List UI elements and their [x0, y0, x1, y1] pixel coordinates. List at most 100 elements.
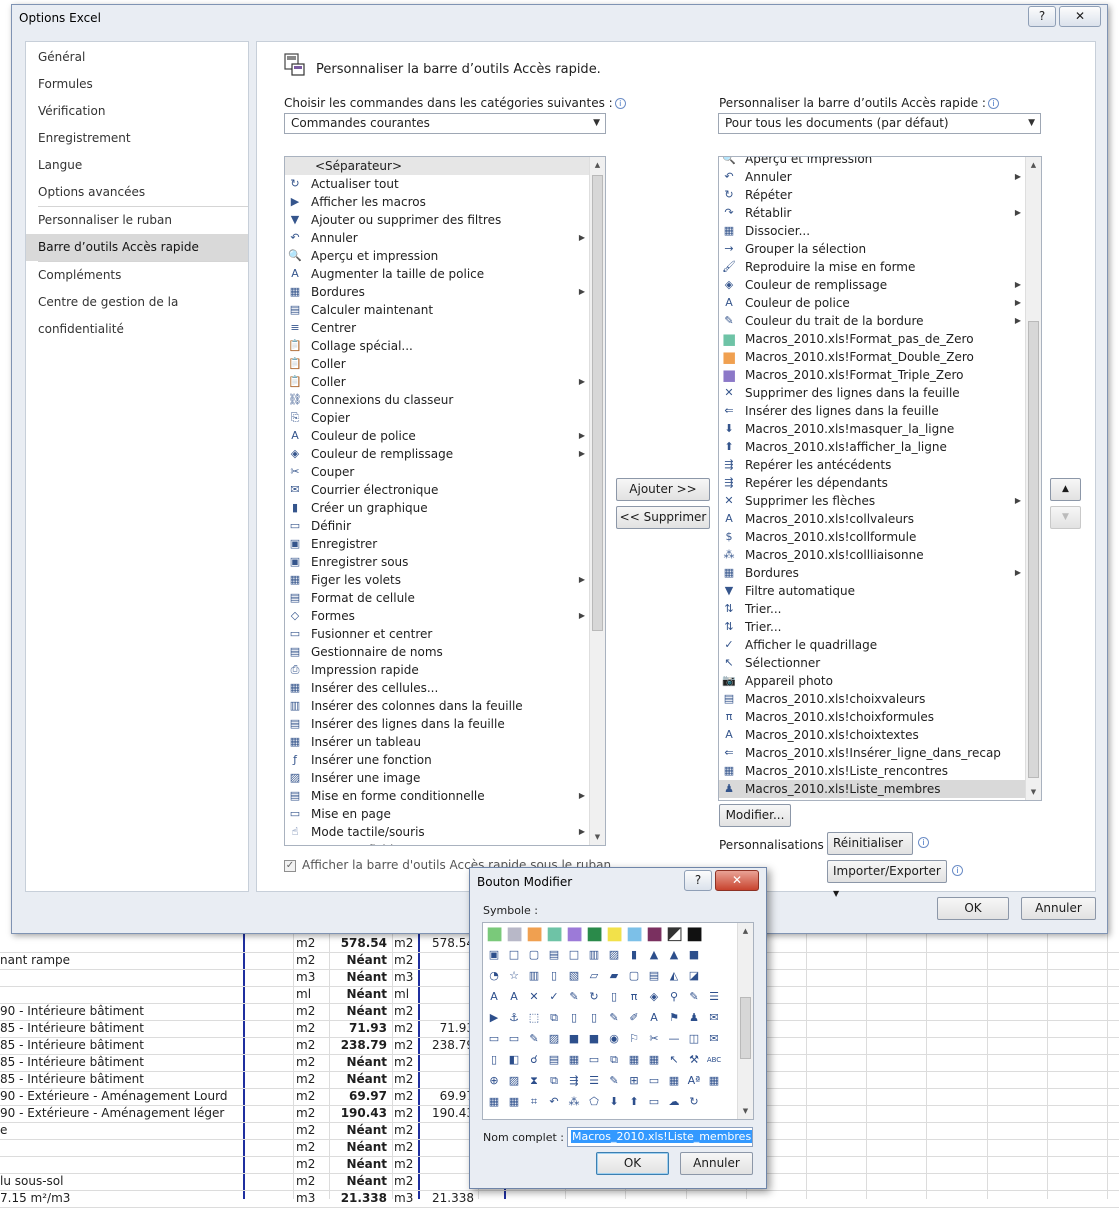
sheet-cell[interactable]: m2 — [296, 1037, 328, 1054]
sheet-cell[interactable]: 69.97 — [420, 1088, 474, 1105]
scroll-up-icon[interactable]: ▲ — [1026, 157, 1041, 173]
symbol-option[interactable]: ◧ — [506, 1052, 522, 1068]
symbol-option[interactable]: ♟ — [686, 1010, 702, 1026]
sheet-cell[interactable]: Néant — [332, 969, 387, 986]
symbol-option[interactable]: ▧ — [566, 968, 582, 984]
qat-commands-scrollbar[interactable]: ▲ ▼ — [1025, 157, 1041, 800]
symbol-option[interactable]: ▥ — [586, 947, 602, 963]
list-item[interactable]: $ Macros_2010.xls!collformule — [719, 528, 1025, 546]
list-item[interactable]: ▶ Afficher les macros — [285, 193, 589, 211]
symbol-option[interactable]: □ — [566, 947, 582, 963]
list-item[interactable]: 📋 Coller ▶ — [285, 373, 589, 391]
sheet-cell[interactable]: m2 — [394, 1173, 416, 1190]
sheet-cell[interactable] — [0, 1156, 240, 1173]
symbol-option[interactable]: ✉ — [706, 1010, 722, 1026]
sheet-cell[interactable]: 71.93 — [332, 1020, 387, 1037]
symbol-option[interactable]: ■ — [686, 925, 703, 943]
list-item[interactable]: ↷ Rétablir ▶ — [719, 204, 1025, 222]
list-item[interactable]: ▥ Insérer des colonnes dans la feuille — [285, 697, 589, 715]
symbol-option[interactable]: — — [666, 1031, 682, 1047]
list-item[interactable]: ▤ Mise en forme conditionnelle ▶ — [285, 787, 589, 805]
sheet-cell[interactable]: 90 - Extérieure - Aménagement léger — [0, 1105, 240, 1122]
list-item[interactable]: A Couleur de police ▶ — [719, 294, 1025, 312]
symbol-option[interactable]: ▣ — [486, 947, 502, 963]
move-up-button[interactable]: ▲ — [1050, 478, 1081, 501]
nav-item[interactable]: Enregistrement — [26, 125, 248, 152]
symbol-option[interactable]: ▢ — [526, 947, 542, 963]
sheet-cell[interactable]: m2 — [296, 952, 328, 969]
symbol-option[interactable]: ■ — [586, 925, 603, 943]
sheet-cell[interactable] — [420, 1054, 474, 1071]
sheet-cell[interactable]: 69.97 — [332, 1088, 387, 1105]
symbol-option[interactable]: ■ — [506, 925, 523, 943]
symbol-option[interactable]: ▯ — [566, 1010, 582, 1026]
list-item[interactable]: ⇶ Repérer les antécédents — [719, 456, 1025, 474]
list-item[interactable]: ▣ Enregistrer — [285, 535, 589, 553]
nav-item[interactable]: Centre de gestion de la confidentialité — [26, 289, 248, 336]
symbol-option[interactable]: ↻ — [586, 989, 602, 1005]
list-item[interactable]: ⇅ Trier... — [719, 618, 1025, 636]
symbol-option[interactable]: ■ — [586, 1031, 602, 1047]
symbol-option[interactable]: ⌗ — [526, 1094, 542, 1110]
nav-item[interactable]: Langue — [26, 152, 248, 179]
sheet-cell[interactable]: Néant — [332, 1071, 387, 1088]
list-item[interactable]: ≡ Centrer — [285, 319, 589, 337]
symbol-option[interactable]: ↻ — [686, 1094, 702, 1110]
sheet-cell[interactable] — [420, 1156, 474, 1173]
scroll-down-icon[interactable]: ▼ — [1026, 784, 1041, 800]
sheet-cell[interactable]: 578.54 — [332, 935, 387, 952]
symbol-option[interactable]: ▯ — [546, 968, 562, 984]
list-item[interactable]: ♟ Macros_2010.xls!Liste_membres — [719, 780, 1025, 798]
list-item[interactable]: 📋 Coller — [285, 355, 589, 373]
symbol-option[interactable]: ✎ — [606, 1010, 622, 1026]
sheet-cell[interactable]: 238.79 — [420, 1037, 474, 1054]
symbol-option[interactable]: ⬚ — [526, 1010, 542, 1026]
full-name-input[interactable]: Macros_2010.xls!Liste_membres — [567, 1127, 753, 1147]
scroll-down-icon[interactable]: ▼ — [738, 1103, 753, 1119]
sheet-cell[interactable]: 71.93 — [420, 1020, 474, 1037]
nav-item[interactable]: Vérification — [26, 98, 248, 125]
list-item[interactable]: → Grouper la sélection — [719, 240, 1025, 258]
list-item[interactable]: ▦ Macros_2010.xls!Liste_rencontres — [719, 762, 1025, 780]
sheet-cell[interactable]: 85 - Intérieure bâtiment — [0, 1054, 240, 1071]
sheet-cell[interactable]: m2 — [296, 1122, 328, 1139]
sheet-cell[interactable]: 85 - Intérieure bâtiment — [0, 1037, 240, 1054]
list-item[interactable]: ⬇ Macros_2010.xls!masquer_la_ligne — [719, 420, 1025, 438]
symbol-option[interactable]: A — [646, 1010, 662, 1026]
list-item[interactable]: ⇅ Trier... — [719, 600, 1025, 618]
symbol-option[interactable]: ▦ — [706, 1073, 722, 1089]
symbol-option[interactable]: ✉ — [706, 1031, 722, 1047]
symbol-option[interactable]: ⚑ — [666, 1010, 682, 1026]
list-item[interactable]: ⎙ Impression rapide — [285, 661, 589, 679]
symbol-option[interactable]: ☆ — [506, 968, 522, 984]
symbol-option[interactable]: □ — [506, 947, 522, 963]
list-item[interactable]: ↻ Répéter — [719, 186, 1025, 204]
list-item[interactable]: ■ Macros_2010.xls!Format_Double_Zero — [719, 348, 1025, 366]
symbol-option[interactable]: ▤ — [646, 968, 662, 984]
sheet-cell[interactable] — [420, 986, 474, 1003]
list-item[interactable]: ▤ Format de cellule — [285, 589, 589, 607]
sheet-cell[interactable] — [0, 935, 240, 952]
list-item[interactable]: ⎘ Copier — [285, 409, 589, 427]
symbol-option[interactable]: ▯ — [586, 1010, 602, 1026]
scroll-thumb[interactable] — [740, 997, 751, 1059]
customize-qat-dropdown[interactable]: Pour tous les documents (par défaut) ▼ — [718, 113, 1041, 134]
sheet-cell[interactable]: m2 — [394, 1105, 416, 1122]
symbol-option[interactable]: ▭ — [486, 1031, 502, 1047]
symbol-option[interactable]: ☌ — [526, 1052, 542, 1068]
symbol-option[interactable]: ◈ — [646, 989, 662, 1005]
symbol-option[interactable]: ▭ — [506, 1031, 522, 1047]
symbol-option[interactable]: ✐ — [626, 1010, 642, 1026]
list-item[interactable]: ✎ Couleur du trait de la bordure ▶ — [719, 312, 1025, 330]
list-item[interactable]: ▦ Bordures ▶ — [719, 564, 1025, 582]
symbol-option[interactable]: ▨ — [546, 1031, 562, 1047]
symbol-option[interactable]: ◔ — [486, 968, 502, 984]
list-item[interactable]: ƒ Insérer une fonction — [285, 751, 589, 769]
list-item[interactable]: A Macros_2010.xls!choixtextes — [719, 726, 1025, 744]
nav-item[interactable]: Général — [26, 44, 248, 71]
sheet-cell[interactable]: Néant — [332, 952, 387, 969]
list-item[interactable]: ■ Macros_2010.xls!Format_Triple_Zero — [719, 366, 1025, 384]
list-item[interactable]: ⁂ Macros_2010.xls!collliaisonne — [719, 546, 1025, 564]
symbol-option[interactable]: ◫ — [686, 1031, 702, 1047]
symbol-option[interactable]: ⚐ — [626, 1031, 642, 1047]
